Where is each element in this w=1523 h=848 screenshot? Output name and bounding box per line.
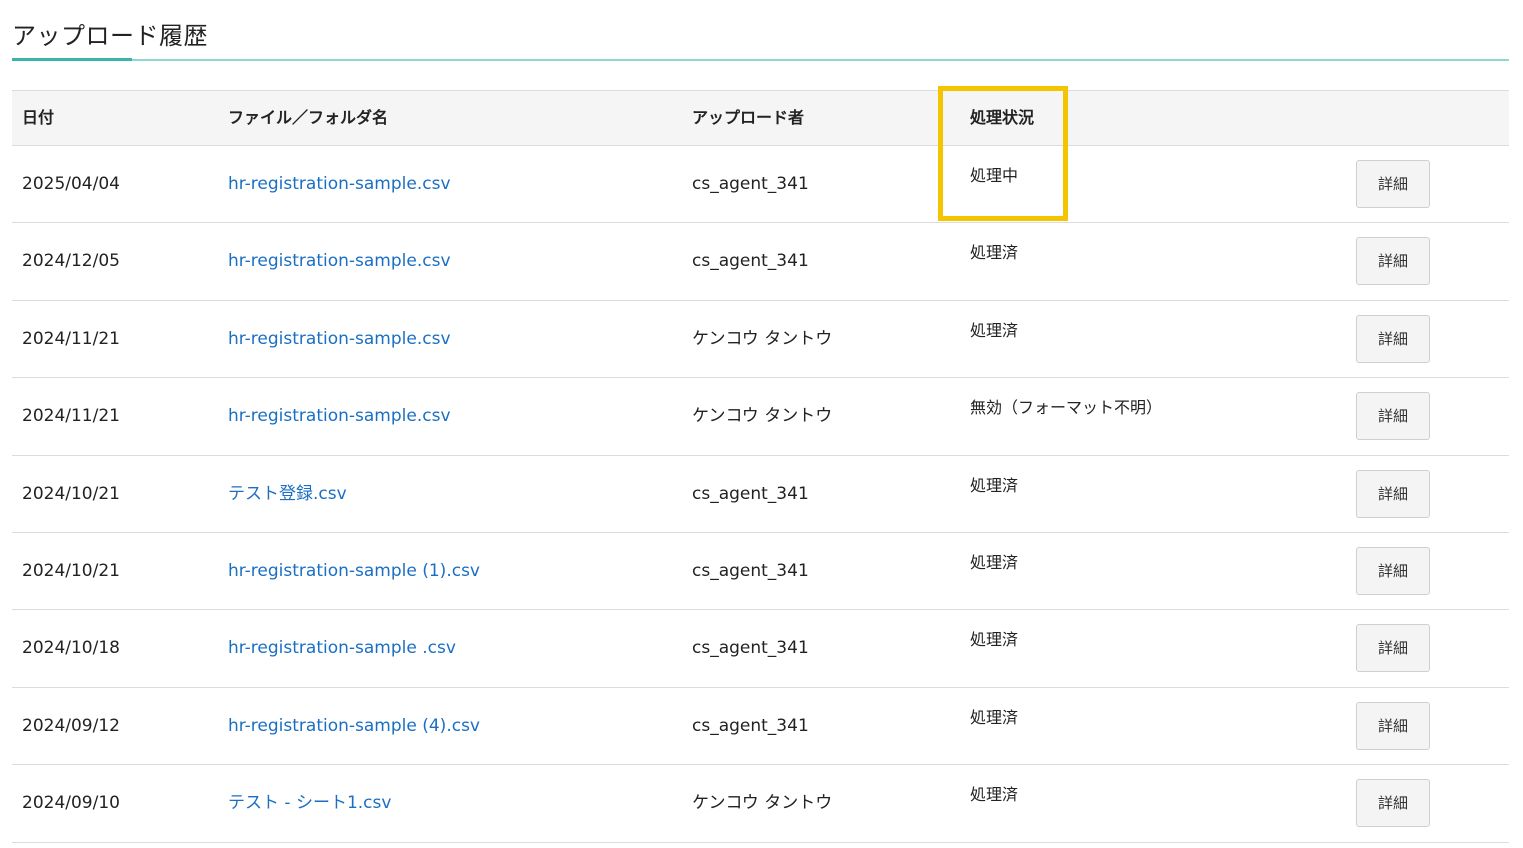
detail-button[interactable]: 詳細 [1356,546,1430,595]
row-status: 処理済 [970,475,1019,495]
row-uploader: cs_agent_341 [692,560,809,581]
row-status: 処理済 [970,630,1019,650]
header-status: 処理状況 [970,108,1035,127]
page-title: アップロード履歴 [12,22,208,50]
row-status: 処理済 [970,243,1019,263]
title-divider [12,59,1509,61]
row-uploader: cs_agent_341 [692,638,809,659]
row-uploader: cs_agent_341 [692,251,809,272]
row-status: 処理済 [970,785,1019,805]
row-status: 処理済 [970,707,1019,727]
table-row: 2024/11/21 hr-registration-sample.csv ケンコウ… [12,301,1509,379]
detail-button[interactable]: 詳細 [1356,392,1430,441]
title-divider-accent [12,58,132,61]
row-date: 2025/04/04 [22,174,120,194]
row-file-link[interactable]: hr-registration-sample.csv [228,223,451,299]
row-file-link[interactable]: テスト登録.csv [228,456,347,532]
row-status: 無効（フォーマット不明） [970,398,1163,418]
detail-button[interactable]: 詳細 [1356,237,1430,286]
row-date: 2024/10/21 [22,483,120,504]
row-status: 処理中 [970,166,1019,185]
row-date: 2024/11/21 [22,328,120,349]
detail-button[interactable]: 詳細 [1356,469,1430,518]
row-file-link[interactable]: hr-registration-sample (1).csv [228,533,480,609]
row-uploader: cs_agent_341 [692,174,809,194]
table-row: 2024/10/21 hr-registration-sample (1).csv… [12,533,1509,611]
detail-button[interactable]: 詳細 [1356,701,1430,750]
table-row: 2024/09/10 テスト - シート1.csv ケンコウ タントウ 処理済 詳細 [12,765,1509,843]
row-date: 2024/10/18 [22,638,120,659]
table-row: 2024/09/12 hr-registration-sample (4).csv… [12,688,1509,766]
header-file: ファイル／フォルダ名 [228,108,389,127]
detail-button[interactable]: 詳細 [1356,314,1430,363]
header-uploader: アップロード者 [692,108,805,127]
table-row: 2025/04/04 hr-registration-sample.csv cs_a… [12,146,1509,224]
table-row: 2024/10/18 hr-registration-sample .csv cs_… [12,610,1509,688]
upload-history-page: アップロード履歴 日付 ファイル／フォルダ名 アップロード者 処理状況 2025… [0,0,1523,848]
detail-button[interactable]: 詳細 [1356,160,1430,208]
row-uploader: ケンコウ タントウ [692,328,833,349]
row-file-link[interactable]: hr-registration-sample.csv [228,146,451,222]
table-row: 2024/10/21 テスト登録.csv cs_agent_341 処理済 詳細 [12,456,1509,533]
row-date: 2024/10/21 [22,560,120,581]
row-date: 2024/12/05 [22,251,120,272]
detail-button[interactable]: 詳細 [1356,624,1430,673]
row-date: 2024/09/12 [22,715,120,736]
row-uploader: cs_agent_341 [692,715,809,736]
row-status: 処理済 [970,552,1019,572]
row-date: 2024/11/21 [22,406,120,427]
row-date: 2024/09/10 [22,793,120,814]
table-row: 2024/11/21 hr-registration-sample.csv ケンコウ… [12,378,1509,456]
row-status: 処理済 [970,320,1019,340]
row-file-link[interactable]: hr-registration-sample.csv [228,301,451,377]
detail-button[interactable]: 詳細 [1356,779,1430,828]
row-uploader: ケンコウ タントウ [692,793,833,814]
row-uploader: cs_agent_341 [692,483,809,504]
header-date: 日付 [22,108,55,127]
table-header: 日付 ファイル／フォルダ名 アップロード者 処理状況 [12,90,1509,146]
row-file-link[interactable]: hr-registration-sample .csv [228,610,456,686]
row-file-link[interactable]: hr-registration-sample (4).csv [228,688,480,764]
row-uploader: ケンコウ タントウ [692,406,833,427]
table-body: 2025/04/04 hr-registration-sample.csv cs_a… [12,146,1509,843]
upload-history-table: 日付 ファイル／フォルダ名 アップロード者 処理状況 2025/04/04 hr-… [12,90,1509,843]
table-row: 2024/12/05 hr-registration-sample.csv cs_a… [12,223,1509,301]
row-file-link[interactable]: テスト - シート1.csv [228,765,391,841]
row-file-link[interactable]: hr-registration-sample.csv [228,378,451,454]
